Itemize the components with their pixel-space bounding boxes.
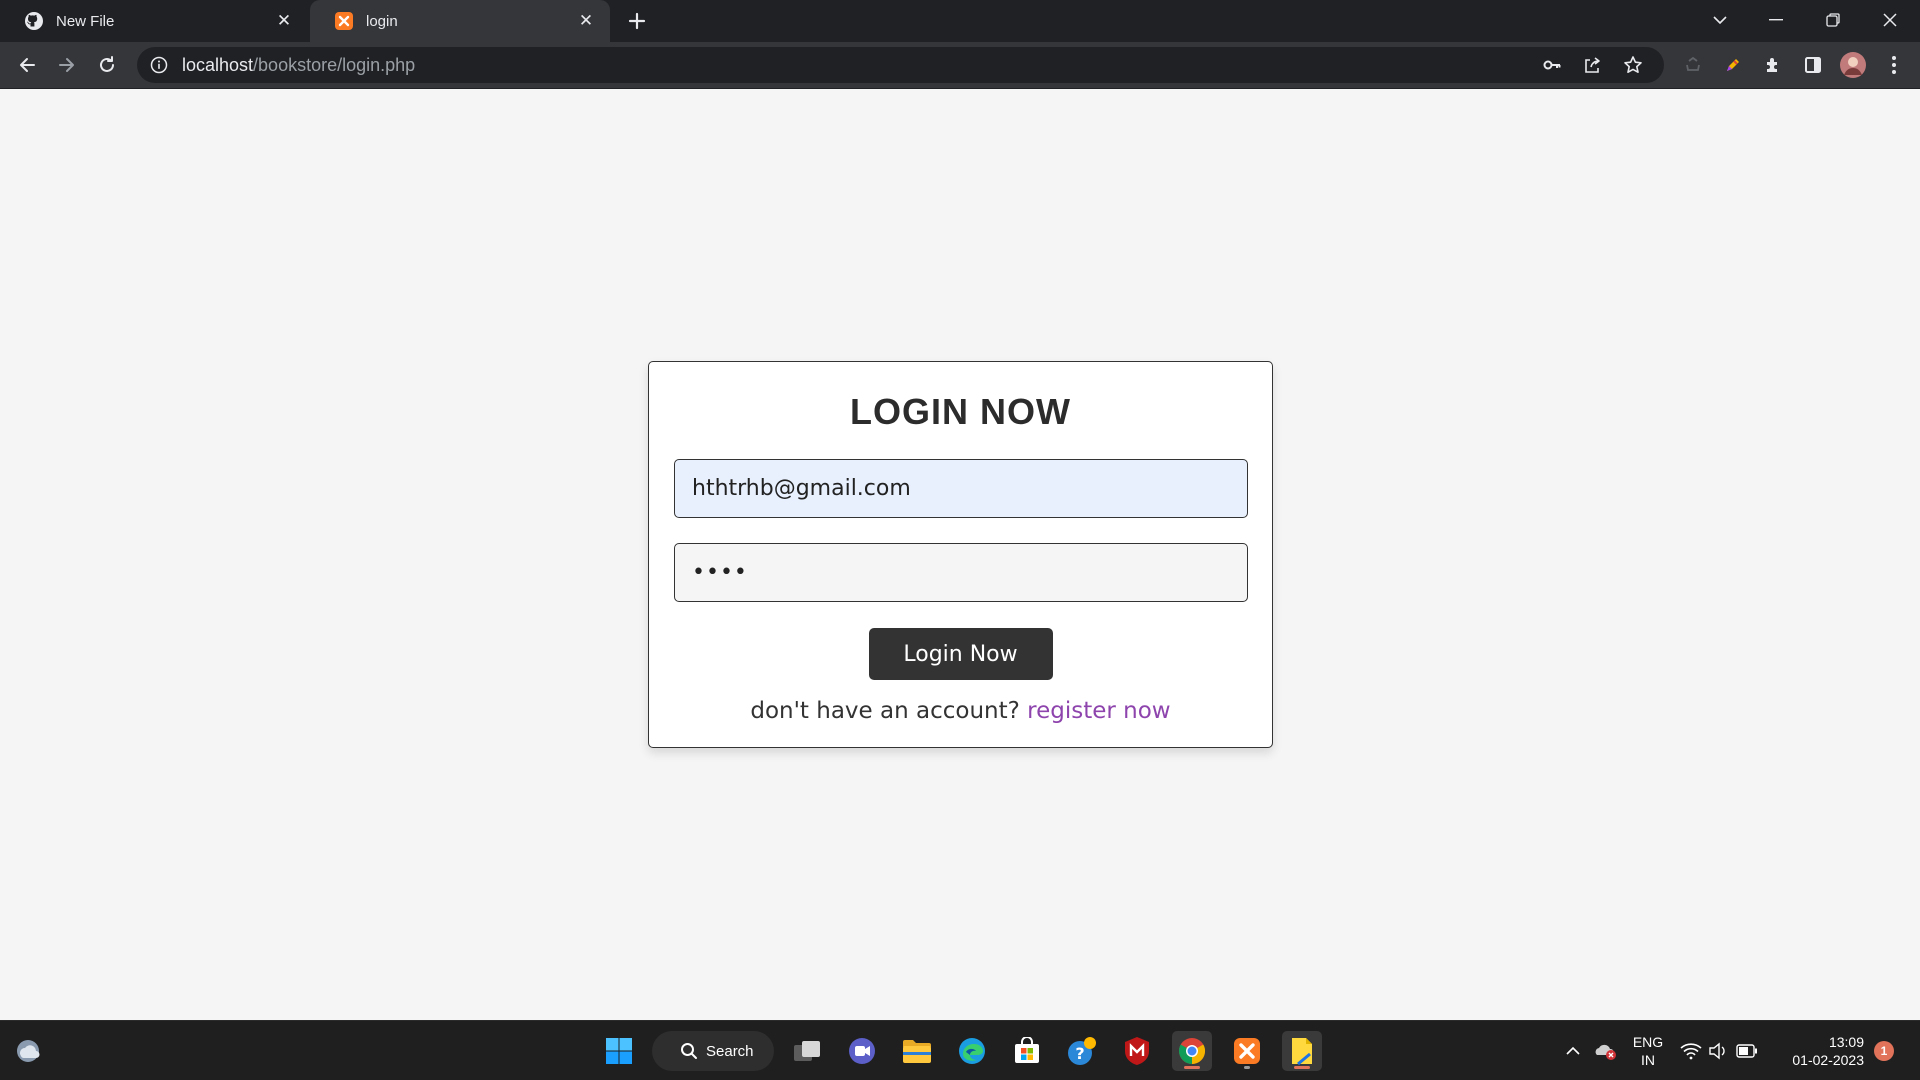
language-line2: IN: [1641, 1052, 1655, 1068]
chrome-browser-icon[interactable]: [1172, 1031, 1212, 1071]
page-viewport: LOGIN NOW Login Now don't have an accoun…: [0, 89, 1920, 1020]
wifi-icon: [1680, 1043, 1702, 1060]
forward-button[interactable]: [52, 50, 82, 80]
clock-date: 01-02-2023: [1792, 1052, 1864, 1068]
address-bar[interactable]: localhost/bookstore/login.php: [137, 47, 1664, 83]
search-label: Search: [706, 1042, 754, 1060]
url-host: localhost: [182, 54, 254, 75]
clock-time: 13:09: [1828, 1034, 1864, 1050]
weather-icon[interactable]: [8, 1031, 48, 1071]
back-button[interactable]: [12, 50, 42, 80]
tab-title: New File: [56, 12, 115, 30]
login-title: LOGIN NOW: [850, 391, 1071, 432]
extensions-puzzle-icon[interactable]: [1758, 50, 1788, 80]
new-tab-button[interactable]: [622, 6, 652, 36]
url-path: /bookstore/login.php: [253, 54, 416, 75]
start-windows-icon[interactable]: [599, 1031, 639, 1071]
password-field[interactable]: [674, 543, 1248, 602]
volume-icon: [1709, 1042, 1725, 1060]
register-prompt: don't have an account? register now: [674, 698, 1247, 724]
menu-kebab-icon[interactable]: [1879, 50, 1909, 80]
mcafee-icon[interactable]: [1117, 1031, 1157, 1071]
restore-button[interactable]: [1805, 0, 1861, 40]
language-indicator[interactable]: ENG IN: [1628, 1033, 1668, 1069]
search-icon: [681, 1043, 697, 1059]
tab-strip: New File ✕ login ✕: [0, 0, 1920, 42]
bookmark-star-icon[interactable]: [1618, 50, 1648, 80]
task-view-icon[interactable]: [787, 1031, 827, 1071]
file-explorer-icon[interactable]: [897, 1031, 937, 1071]
onedrive-error-icon[interactable]: [1587, 1031, 1623, 1071]
show-hidden-icons-chevron-icon[interactable]: [1555, 1031, 1591, 1071]
tab-login[interactable]: login ✕: [310, 0, 610, 42]
reload-button[interactable]: [92, 50, 122, 80]
profile-avatar[interactable]: [1838, 50, 1868, 80]
notification-badge[interactable]: 1: [1874, 1041, 1894, 1061]
tab-title: login: [366, 12, 398, 30]
microsoft-store-icon[interactable]: [1007, 1031, 1047, 1071]
share-icon[interactable]: [1577, 50, 1607, 80]
minimize-button[interactable]: [1748, 0, 1804, 40]
github-icon: [24, 11, 44, 31]
register-prompt-text: don't have an account?: [750, 698, 1020, 724]
xampp-control-icon[interactable]: [1227, 1031, 1267, 1071]
close-tab-icon[interactable]: ✕: [576, 11, 596, 31]
running-indicator: [1244, 1066, 1250, 1069]
clock[interactable]: 13:09 01-02-2023: [1774, 1033, 1864, 1069]
running-indicator: [1294, 1066, 1310, 1069]
register-link[interactable]: register now: [1027, 698, 1170, 724]
site-info-icon[interactable]: [149, 55, 169, 75]
language-line1: ENG: [1632, 1034, 1664, 1050]
sticky-notes-icon[interactable]: [1282, 1031, 1322, 1071]
url-text: localhost/bookstore/login.php: [182, 55, 415, 76]
battery-icon: [1736, 1044, 1757, 1058]
side-panel-icon[interactable]: [1798, 50, 1828, 80]
extension-recycle-icon[interactable]: [1678, 50, 1708, 80]
svg-text:?: ?: [1075, 1044, 1084, 1063]
tab-search-icon[interactable]: [1692, 0, 1748, 40]
browser-toolbar: localhost/bookstore/login.php: [0, 42, 1920, 89]
get-help-icon[interactable]: ?: [1062, 1031, 1102, 1071]
xampp-icon: [334, 11, 354, 31]
login-form: LOGIN NOW Login Now don't have an accoun…: [648, 361, 1273, 748]
taskbar-search-button[interactable]: Search: [652, 1031, 774, 1071]
windows-taskbar: Search ? ENG IN 13:09 01-02-2023 1: [0, 1020, 1920, 1080]
quick-settings-button[interactable]: [1674, 1031, 1764, 1071]
key-icon[interactable]: [1537, 50, 1567, 80]
tab-new-file[interactable]: New File ✕: [0, 0, 308, 42]
teams-chat-icon[interactable]: [842, 1031, 882, 1071]
edge-browser-icon[interactable]: [952, 1031, 992, 1071]
login-button[interactable]: Login Now: [868, 628, 1053, 680]
running-indicator: [1184, 1066, 1200, 1069]
close-window-button[interactable]: [1862, 0, 1918, 40]
email-field[interactable]: [674, 459, 1248, 518]
extension-pen-icon[interactable]: [1718, 50, 1748, 80]
close-tab-icon[interactable]: ✕: [274, 11, 294, 31]
